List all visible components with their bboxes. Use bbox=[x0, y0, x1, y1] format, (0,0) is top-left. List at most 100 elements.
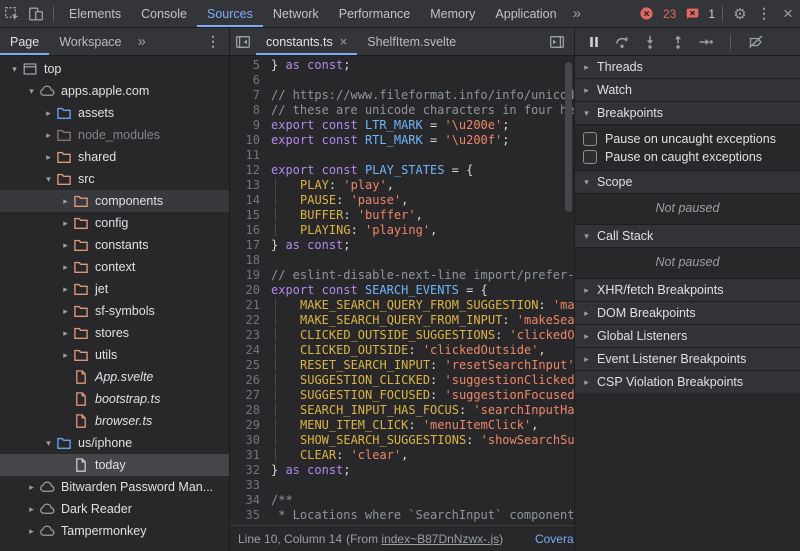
tab-console[interactable]: Console bbox=[131, 0, 197, 27]
chevron-down-icon[interactable]: ▾ bbox=[42, 438, 55, 449]
navigator-menu-icon[interactable]: ⋮ bbox=[201, 33, 225, 50]
inspect-element-icon[interactable] bbox=[0, 5, 24, 23]
tab-performance[interactable]: Performance bbox=[329, 0, 421, 27]
line-number[interactable]: 18 bbox=[230, 253, 271, 268]
line-number[interactable]: 22 bbox=[230, 313, 271, 328]
section-header-call-stack[interactable]: ▾ Call Stack bbox=[575, 224, 800, 247]
step-over-icon[interactable] bbox=[613, 33, 630, 50]
tree-item-shared[interactable]: ▸ shared bbox=[0, 146, 229, 168]
error-badge-icon[interactable] bbox=[635, 5, 659, 23]
line-number[interactable]: 8 bbox=[230, 103, 271, 118]
step-out-icon[interactable] bbox=[669, 33, 686, 50]
line-number[interactable]: 15 bbox=[230, 208, 271, 223]
checkbox-row-pause-on-caught-exceptions[interactable]: Pause on caught exceptions bbox=[575, 148, 800, 166]
line-number[interactable]: 12 bbox=[230, 163, 271, 178]
tree-item-bitwarden-password-man[interactable]: ▸ Bitwarden Password Man... bbox=[0, 476, 229, 498]
issues-badge-icon[interactable] bbox=[680, 5, 704, 23]
tree-item-assets[interactable]: ▸ assets bbox=[0, 102, 229, 124]
editor-tab-constants-ts[interactable]: constants.ts × bbox=[256, 28, 357, 55]
tree-item-apps-apple-com[interactable]: ▾ apps.apple.com bbox=[0, 80, 229, 102]
sidebar-tab-page[interactable]: Page bbox=[0, 28, 49, 55]
tree-item-bootstrap-ts[interactable]: bootstrap.ts bbox=[0, 388, 229, 410]
tree-item-jet[interactable]: ▸ jet bbox=[0, 278, 229, 300]
settings-gear-icon[interactable]: ⚙ bbox=[728, 5, 752, 23]
line-number[interactable]: 16 bbox=[230, 223, 271, 238]
tree-item-src[interactable]: ▾ src bbox=[0, 168, 229, 190]
hide-navigator-icon[interactable] bbox=[230, 34, 256, 50]
chevron-right-icon[interactable]: ▸ bbox=[42, 108, 55, 119]
section-header-xhr-fetch-breakpoints[interactable]: ▸ XHR/fetch Breakpoints bbox=[575, 278, 800, 301]
chevron-right-icon[interactable]: ▸ bbox=[59, 262, 72, 273]
section-header-watch[interactable]: ▸ Watch bbox=[575, 78, 800, 101]
step-into-icon[interactable] bbox=[641, 33, 658, 50]
tree-item-node-modules[interactable]: ▸ node_modules bbox=[0, 124, 229, 146]
line-number[interactable]: 28 bbox=[230, 403, 271, 418]
source-file-link[interactable]: index~B87DnNzwx-.js bbox=[381, 532, 499, 546]
pause-icon[interactable] bbox=[585, 33, 602, 50]
tree-item-stores[interactable]: ▸ stores bbox=[0, 322, 229, 344]
pause-on-uncaught-exceptions-checkbox[interactable] bbox=[583, 132, 597, 146]
chevron-right-icon[interactable]: ▸ bbox=[59, 328, 72, 339]
tree-item-browser-ts[interactable]: browser.ts bbox=[0, 410, 229, 432]
chevron-right-icon[interactable]: ▸ bbox=[25, 482, 38, 493]
close-tab-icon[interactable]: × bbox=[340, 34, 348, 49]
chevron-down-icon[interactable]: ▾ bbox=[42, 174, 55, 185]
chevron-right-icon[interactable]: ▸ bbox=[42, 152, 55, 163]
line-number[interactable]: 34 bbox=[230, 493, 271, 508]
tree-item-dark-reader[interactable]: ▸ Dark Reader bbox=[0, 498, 229, 520]
chevron-down-icon[interactable]: ▾ bbox=[25, 86, 38, 97]
chevron-right-icon[interactable]: ▸ bbox=[42, 130, 55, 141]
line-number[interactable]: 30 bbox=[230, 433, 271, 448]
line-number[interactable]: 10 bbox=[230, 133, 271, 148]
tree-item-us-iphone[interactable]: ▾ us/iphone bbox=[0, 432, 229, 454]
tree-item-constants[interactable]: ▸ constants bbox=[0, 234, 229, 256]
chevron-right-icon[interactable]: ▸ bbox=[25, 504, 38, 515]
chevron-right-icon[interactable]: ▸ bbox=[59, 284, 72, 295]
line-number[interactable]: 20 bbox=[230, 283, 271, 298]
editor-scrollbar[interactable] bbox=[565, 62, 572, 212]
chevron-right-icon[interactable]: ▸ bbox=[59, 240, 72, 251]
tree-item-config[interactable]: ▸ config bbox=[0, 212, 229, 234]
line-number[interactable]: 9 bbox=[230, 118, 271, 133]
chevron-down-icon[interactable]: ▾ bbox=[8, 64, 21, 75]
chevron-right-icon[interactable]: ▸ bbox=[59, 196, 72, 207]
line-number[interactable]: 27 bbox=[230, 388, 271, 403]
line-number[interactable]: 19 bbox=[230, 268, 271, 283]
section-header-threads[interactable]: ▸ Threads bbox=[575, 56, 800, 78]
sidebar-tab-workspace[interactable]: Workspace bbox=[49, 28, 131, 55]
coverage-link[interactable]: Coverage bbox=[535, 532, 574, 546]
chevron-right-icon[interactable]: ▸ bbox=[59, 306, 72, 317]
tree-item-today[interactable]: today bbox=[0, 454, 229, 476]
editor-tab-shelfitem-svelte[interactable]: ShelfItem.svelte bbox=[357, 28, 466, 55]
device-toolbar-icon[interactable] bbox=[24, 5, 48, 23]
tree-item-top[interactable]: ▾ top bbox=[0, 58, 229, 80]
tab-elements[interactable]: Elements bbox=[59, 0, 131, 27]
line-number[interactable]: 21 bbox=[230, 298, 271, 313]
checkbox-row-pause-on-uncaught-exceptions[interactable]: Pause on uncaught exceptions bbox=[575, 130, 800, 148]
line-number[interactable]: 31 bbox=[230, 448, 271, 463]
section-header-csp-violation-breakpoints[interactable]: ▸ CSP Violation Breakpoints bbox=[575, 370, 800, 393]
section-header-event-listener-breakpoints[interactable]: ▸ Event Listener Breakpoints bbox=[575, 347, 800, 370]
tree-item-context[interactable]: ▸ context bbox=[0, 256, 229, 278]
issue-count[interactable]: 1 bbox=[708, 7, 715, 21]
deactivate-breakpoints-icon[interactable] bbox=[747, 33, 764, 50]
section-header-breakpoints[interactable]: ▾ Breakpoints bbox=[575, 101, 800, 124]
section-header-dom-breakpoints[interactable]: ▸ DOM Breakpoints bbox=[575, 301, 800, 324]
line-number[interactable]: 23 bbox=[230, 328, 271, 343]
line-number[interactable]: 7 bbox=[230, 88, 271, 103]
tab-memory[interactable]: Memory bbox=[420, 0, 485, 27]
tree-item-sf-symbols[interactable]: ▸ sf-symbols bbox=[0, 300, 229, 322]
sidebar-more-tabs-icon[interactable]: » bbox=[132, 33, 152, 50]
line-number[interactable]: 6 bbox=[230, 73, 271, 88]
line-number[interactable]: 32 bbox=[230, 463, 271, 478]
line-number[interactable]: 14 bbox=[230, 193, 271, 208]
line-number[interactable]: 17 bbox=[230, 238, 271, 253]
show-debugger-panel-icon[interactable] bbox=[544, 34, 570, 50]
step-icon[interactable] bbox=[697, 33, 714, 50]
code-editor[interactable]: 5} as const; 6 7// https://www.fileformat.… bbox=[230, 56, 574, 525]
line-number[interactable]: 13 bbox=[230, 178, 271, 193]
tab-application[interactable]: Application bbox=[485, 0, 566, 27]
close-devtools-icon[interactable]: × bbox=[776, 4, 800, 24]
line-number[interactable]: 33 bbox=[230, 478, 271, 493]
chevron-right-icon[interactable]: ▸ bbox=[59, 218, 72, 229]
